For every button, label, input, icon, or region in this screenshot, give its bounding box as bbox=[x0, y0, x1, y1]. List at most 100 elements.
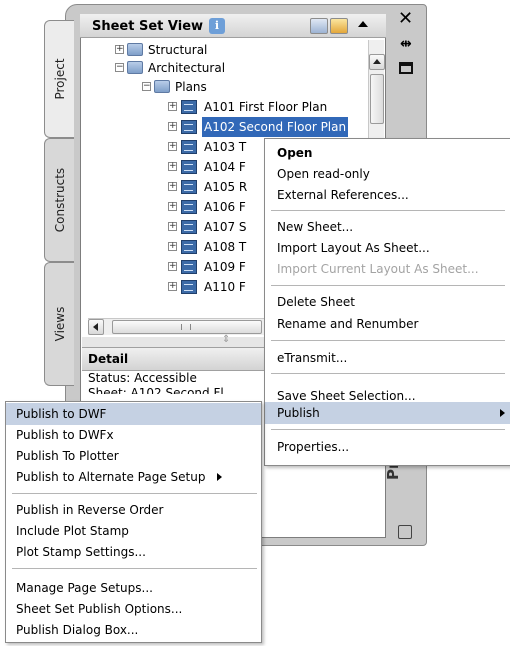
sheet-label: A107 S bbox=[204, 220, 247, 234]
expand-icon[interactable]: + bbox=[168, 102, 177, 111]
expand-icon[interactable]: + bbox=[168, 282, 177, 291]
palette-icon bbox=[398, 525, 412, 539]
expand-icon[interactable]: + bbox=[168, 222, 177, 231]
menu-separator bbox=[271, 340, 505, 341]
expand-icon[interactable]: + bbox=[168, 262, 177, 271]
sheet-icon bbox=[181, 120, 197, 134]
sheet-label: A108 T bbox=[204, 240, 247, 254]
horizontal-scroll-thumb[interactable] bbox=[112, 320, 262, 334]
tree-node-label: Plans bbox=[175, 80, 207, 94]
menu-item-rename-renumber[interactable]: Rename and Renumber bbox=[265, 313, 510, 335]
sheet-label: A106 F bbox=[204, 200, 246, 214]
sheet-icon bbox=[181, 180, 197, 194]
tree-node-plans[interactable]: − Plans bbox=[82, 77, 368, 97]
menu-item-publish-alternate-label: Publish to Alternate Page Setup bbox=[16, 470, 206, 484]
sheet-label: A104 F bbox=[204, 160, 246, 174]
expand-icon[interactable]: + bbox=[168, 142, 177, 151]
expand-icon[interactable]: + bbox=[168, 182, 177, 191]
sheet-label: A105 R bbox=[204, 180, 248, 194]
tree-node-label: Structural bbox=[148, 43, 208, 57]
expand-icon[interactable]: + bbox=[115, 45, 124, 54]
auto-hide-icon[interactable]: ⇹ bbox=[400, 36, 412, 52]
tab-project[interactable]: Project bbox=[44, 20, 74, 138]
menu-item-open-read-only[interactable]: Open read-only bbox=[265, 163, 510, 185]
menu-item-new-sheet[interactable]: New Sheet... bbox=[265, 216, 510, 238]
collapse-tree-icon[interactable]: − bbox=[142, 82, 151, 91]
menu-item-publish-to-dwf[interactable]: Publish to DWF bbox=[6, 403, 261, 425]
sheet-label: A103 T bbox=[204, 140, 247, 154]
menu-item-publish-reverse-order[interactable]: Publish in Reverse Order bbox=[6, 499, 261, 521]
menu-separator bbox=[271, 285, 505, 286]
tree-node-architectural[interactable]: − Architectural bbox=[82, 58, 368, 78]
sheet-icon bbox=[181, 140, 197, 154]
publish-submenu: Publish to DWF Publish to DWFx Publish T… bbox=[5, 401, 262, 643]
sheet-icon bbox=[181, 160, 197, 174]
menu-separator bbox=[12, 568, 257, 569]
sheet-icon bbox=[181, 100, 197, 114]
tree-node-structural[interactable]: + Structural bbox=[82, 40, 368, 60]
expand-icon[interactable]: + bbox=[168, 162, 177, 171]
menu-item-properties[interactable]: Properties... bbox=[265, 436, 510, 458]
expand-icon[interactable]: + bbox=[168, 202, 177, 211]
tab-views[interactable]: Views bbox=[44, 262, 74, 386]
sheet-set-folder-icon bbox=[154, 80, 170, 93]
tab-constructs-label: Constructs bbox=[52, 167, 67, 233]
tree-node-label: Architectural bbox=[148, 61, 226, 75]
menu-separator bbox=[271, 373, 505, 374]
sheet-icon bbox=[181, 220, 197, 234]
menu-item-publish-to-dwfx[interactable]: Publish to DWFx bbox=[6, 424, 261, 446]
sheet-set-folder-icon bbox=[127, 43, 143, 56]
detail-sheet-line: Sheet: A102 Second Fl bbox=[88, 386, 224, 394]
sheet-icon bbox=[181, 260, 197, 274]
tab-constructs[interactable]: Constructs bbox=[44, 138, 74, 262]
chevron-left-icon bbox=[93, 323, 98, 331]
sheet-icon bbox=[181, 280, 197, 294]
close-icon[interactable]: ✕ bbox=[398, 8, 413, 29]
menu-item-external-references[interactable]: External References... bbox=[265, 184, 510, 206]
detail-header: Detail bbox=[82, 347, 264, 371]
submenu-arrow-icon bbox=[217, 473, 223, 481]
model-view-button[interactable] bbox=[330, 18, 348, 34]
submenu-arrow-icon bbox=[500, 409, 505, 417]
menu-item-sheet-set-publish-options[interactable]: Sheet Set Publish Options... bbox=[6, 598, 261, 620]
scroll-up-button[interactable] bbox=[369, 54, 385, 70]
chevron-up-icon bbox=[373, 59, 381, 64]
scroll-left-button[interactable] bbox=[88, 319, 104, 335]
sheet-context-menu: Open Open read-only External References.… bbox=[264, 138, 510, 466]
menu-item-delete-sheet[interactable]: Delete Sheet bbox=[265, 291, 510, 313]
collapse-icon[interactable] bbox=[358, 21, 368, 27]
sheet-set-folder-icon bbox=[127, 61, 143, 74]
expand-icon[interactable]: + bbox=[168, 242, 177, 251]
tab-project-label: Project bbox=[52, 58, 67, 100]
sheet-row-selected[interactable]: + A102 Second Floor Plan bbox=[82, 117, 368, 137]
collapse-tree-icon[interactable]: − bbox=[115, 63, 124, 72]
menu-item-import-current-layout: Import Current Layout As Sheet... bbox=[277, 262, 479, 276]
tab-views-label: Views bbox=[52, 306, 67, 342]
menu-item-open[interactable]: Open bbox=[265, 142, 510, 164]
info-icon[interactable]: i bbox=[209, 18, 225, 34]
grip-icon bbox=[181, 324, 191, 330]
expand-icon[interactable]: + bbox=[168, 122, 177, 131]
menu-item-publish[interactable]: Publish bbox=[265, 402, 510, 424]
menu-item-manage-page-setups[interactable]: Manage Page Setups... bbox=[6, 577, 261, 599]
panel-title: Sheet Set View bbox=[92, 19, 204, 34]
sheet-icon bbox=[181, 200, 197, 214]
menu-item-include-plot-stamp[interactable]: Include Plot Stamp bbox=[6, 520, 261, 542]
detail-body: Status: Accessible Sheet: A102 Second Fl bbox=[82, 371, 264, 401]
sheet-label: A109 F bbox=[204, 260, 246, 274]
menu-item-etransmit[interactable]: eTransmit... bbox=[265, 347, 510, 369]
menu-item-publish-label: Publish bbox=[277, 406, 320, 420]
menu-item-publish-alternate-page-setup[interactable]: Publish to Alternate Page Setup bbox=[6, 466, 261, 488]
properties-menu-icon[interactable] bbox=[399, 62, 413, 74]
sheet-row[interactable]: + A101 First Floor Plan bbox=[82, 97, 368, 117]
menu-item-plot-stamp-settings[interactable]: Plot Stamp Settings... bbox=[6, 541, 261, 563]
menu-item-import-layout[interactable]: Import Layout As Sheet... bbox=[265, 237, 510, 259]
sheet-label: A101 First Floor Plan bbox=[204, 100, 328, 114]
menu-separator bbox=[12, 493, 257, 494]
menu-item-publish-to-plotter[interactable]: Publish To Plotter bbox=[6, 445, 261, 467]
menu-separator bbox=[271, 429, 505, 430]
view-toggle-button[interactable] bbox=[310, 18, 328, 34]
vertical-scroll-thumb[interactable] bbox=[370, 74, 384, 124]
menu-item-publish-dialog-box[interactable]: Publish Dialog Box... bbox=[6, 619, 261, 641]
sheet-label: A102 Second Floor Plan bbox=[202, 117, 349, 137]
